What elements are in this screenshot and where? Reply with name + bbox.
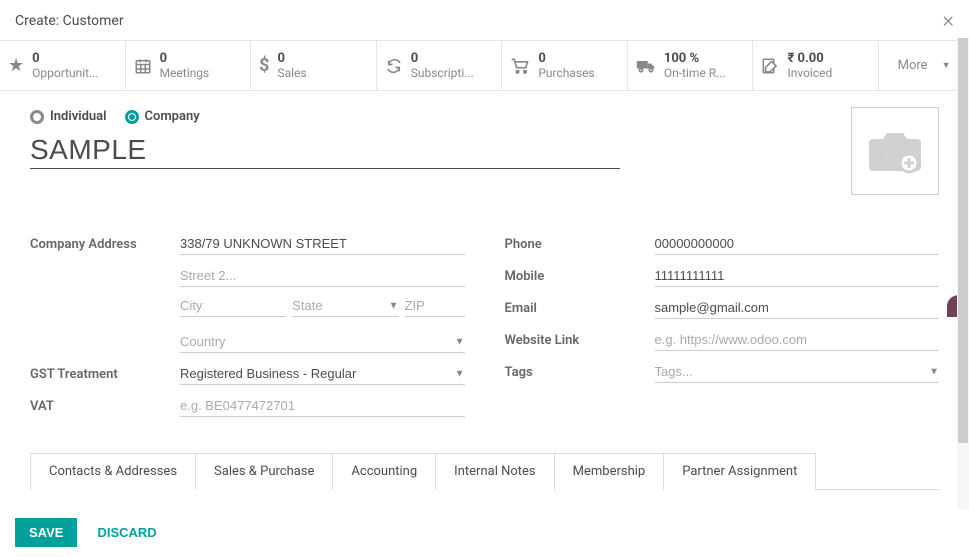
stat-label: On-time R... [664,66,726,80]
image-upload[interactable] [851,107,939,195]
stat-more-button[interactable]: More ▼ [879,41,969,90]
radio-label: Company [145,109,200,124]
stat-invoiced[interactable]: ₹ 0.00 Invoiced [753,41,879,90]
phone-input[interactable] [655,233,940,255]
tab-partner-assignment[interactable]: Partner Assignment [663,453,816,490]
stat-label: Subscripti... [411,66,474,80]
cart-icon [510,57,530,75]
label-phone: Phone [505,237,655,252]
mobile-input[interactable] [655,265,940,287]
radio-label: Individual [50,109,107,124]
radio-company[interactable]: Company [125,109,200,124]
name-input[interactable] [30,132,620,169]
email-input[interactable] [655,297,940,319]
street-input[interactable] [180,233,465,255]
radio-individual[interactable]: Individual [30,109,107,124]
stat-value: 100 % [664,51,726,66]
stat-value: 0 [160,51,210,66]
radio-icon [30,110,44,124]
tags-select[interactable] [655,361,940,383]
stat-label: Opportunit... [32,66,98,80]
camera-plus-icon [867,127,923,175]
tab-internal-notes[interactable]: Internal Notes [435,453,554,490]
tab-sales-purchase[interactable]: Sales & Purchase [195,453,333,490]
stat-label: Invoiced [787,66,832,80]
stat-value: 0 [32,51,98,66]
stat-value: 0 [538,51,594,66]
label-vat: VAT [30,399,180,414]
stat-label: Meetings [160,66,210,80]
dialog-footer: SAVE DISCARD [0,508,969,557]
stat-value: ₹ 0.00 [787,51,832,66]
tab-membership[interactable]: Membership [554,453,665,490]
radio-icon [125,110,139,124]
form-left-column: Company Address ▼ [30,231,465,425]
refresh-icon [385,57,403,75]
tab-contacts[interactable]: Contacts & Addresses [30,453,196,490]
tab-bar: Contacts & Addresses Sales & Purchase Ac… [30,453,939,490]
dialog-title: Create: Customer [15,13,124,29]
chevron-down-icon: ▼ [942,60,951,71]
country-select[interactable] [180,331,465,353]
star-icon: ★ [8,55,24,76]
form-right-column: Phone Mobile Email Website Link [505,231,940,425]
gst-select[interactable] [180,363,465,385]
stat-value: 0 [277,51,306,66]
save-button[interactable]: SAVE [15,518,77,547]
close-icon[interactable]: × [942,10,954,32]
stat-sales[interactable]: $ 0 Sales [251,41,377,90]
label-email: Email [505,301,655,316]
scrollbar-thumb[interactable] [958,38,968,443]
stat-value: 0 [411,51,474,66]
label-company-address: Company Address [30,237,180,252]
dialog-header: Create: Customer × [0,0,969,40]
tab-accounting[interactable]: Accounting [332,453,436,490]
stat-ontime[interactable]: 100 % On-time R... [628,41,754,90]
state-select[interactable] [292,295,398,317]
stat-subscriptions[interactable]: 0 Subscripti... [377,41,503,90]
stat-purchases[interactable]: 0 Purchases [502,41,628,90]
city-input[interactable] [180,295,286,317]
label-tags: Tags [505,365,655,380]
vat-input[interactable] [180,395,465,417]
truck-icon [636,58,656,74]
discard-button[interactable]: DISCARD [91,524,162,541]
stat-opportunities[interactable]: ★ 0 Opportunit... [0,41,126,90]
calendar-icon [134,57,152,75]
label-mobile: Mobile [505,269,655,284]
dollar-icon: $ [259,55,269,76]
label-gst: GST Treatment [30,367,180,382]
pencil-square-icon [761,57,779,75]
stat-label: Sales [277,66,306,80]
website-input[interactable] [655,329,940,351]
street2-input[interactable] [180,265,465,287]
form-body: Individual Company [0,91,969,521]
zip-input[interactable] [405,295,465,317]
stat-meetings[interactable]: 0 Meetings [126,41,252,90]
scrollbar-track[interactable] [957,38,969,509]
type-radio-group: Individual Company [30,109,620,124]
stat-label: Purchases [538,66,594,80]
label-website: Website Link [505,333,655,348]
more-label: More [898,58,928,73]
stat-bar: ★ 0 Opportunit... 0 Meetings $ 0 Sales 0… [0,40,969,91]
